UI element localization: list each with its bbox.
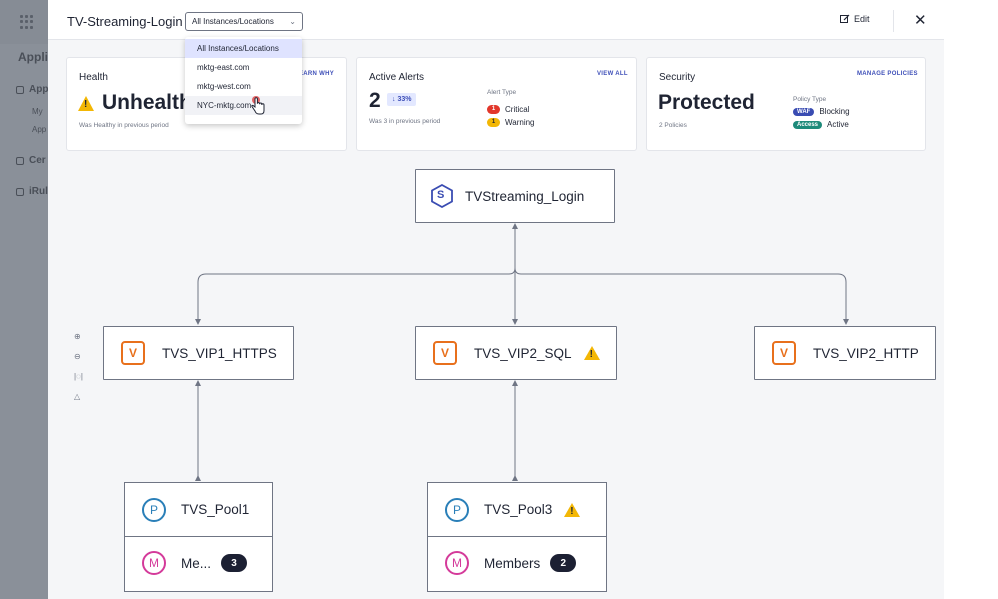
menu-item-nyc-mktg[interactable]: NYC-mktg.com — [185, 96, 302, 115]
pool-row[interactable]: P TVS_Pool3 — [428, 483, 606, 536]
pool-badge-icon: P — [445, 497, 469, 522]
pool-label: TVS_Pool3 — [484, 502, 553, 517]
pool-label: TVS_Pool1 — [181, 502, 250, 517]
background-right-area — [944, 0, 998, 599]
background-topbar — [0, 0, 48, 44]
vip-badge-icon: V — [121, 341, 145, 365]
vip-node-label: TVS_VIP2_HTTP — [813, 345, 919, 361]
application-detail-panel: TV-Streaming-Login All Instances/Locatio… — [48, 0, 944, 599]
vip-node-2[interactable]: V TVS_VIP2_SQL — [415, 326, 617, 380]
zoom-out-icon[interactable]: ⊖ — [74, 352, 83, 361]
vip-badge-icon: V — [433, 341, 457, 365]
menu-item-mktg-west[interactable]: mktg-west.com — [185, 77, 302, 96]
instance-location-menu: All Instances/Locations mktg-east.com mk… — [185, 37, 302, 124]
vip-node-3[interactable]: V TVS_VIP2_HTTP — [754, 326, 936, 380]
background-nav-my[interactable]: My — [32, 107, 43, 116]
background-nav-certificates[interactable]: Cer — [16, 155, 46, 166]
pool-row[interactable]: P TVS_Pool1 — [125, 483, 272, 536]
members-count-badge: 3 — [221, 554, 248, 572]
background-nav-irules[interactable]: iRul — [16, 186, 48, 197]
pool-node-3[interactable]: P TVS_Pool3 M Members 2 — [427, 482, 607, 592]
irule-icon — [16, 187, 24, 196]
menu-item-all-instances[interactable]: All Instances/Locations — [185, 39, 302, 58]
warning-icon — [583, 346, 600, 360]
root-node[interactable]: S TVStreaming_Login — [415, 169, 615, 223]
background-nav-apps[interactable]: App — [16, 84, 48, 95]
hand-cursor-icon — [251, 96, 265, 115]
warning-icon — [564, 502, 581, 517]
vip-node-label: TVS_VIP1_HTTPS — [162, 345, 277, 361]
members-badge-icon: M — [445, 551, 469, 575]
members-row[interactable]: M Me... 3 — [125, 536, 272, 589]
zoom-in-icon[interactable]: ⊕ — [74, 332, 83, 341]
background-page-title: Appli — [18, 50, 48, 64]
diagram-zoom-tools: ⊕ ⊖ |◌| △ — [74, 332, 83, 401]
certificate-icon — [16, 156, 24, 165]
root-node-label: TVStreaming_Login — [465, 188, 585, 204]
app-grid-icon[interactable] — [20, 15, 34, 29]
pool-node-1[interactable]: P TVS_Pool1 M Me... 3 — [124, 482, 273, 592]
members-label: Me... — [181, 555, 212, 571]
members-label: Members — [484, 555, 541, 571]
fit-view-icon[interactable]: |◌| — [74, 372, 83, 381]
background-nav-app[interactable]: App — [32, 125, 46, 134]
vip-node-1[interactable]: V TVS_VIP1_HTTPS — [103, 326, 294, 380]
members-row[interactable]: M Members 2 — [428, 536, 606, 589]
vip-node-label: TVS_VIP2_SQL — [474, 345, 572, 361]
service-badge-icon: S — [431, 183, 453, 209]
apps-icon — [16, 85, 24, 94]
members-badge-icon: M — [142, 551, 166, 575]
pool-badge-icon: P — [142, 497, 166, 522]
menu-item-mktg-east[interactable]: mktg-east.com — [185, 58, 302, 77]
lock-icon[interactable]: △ — [74, 392, 83, 401]
vip-badge-icon: V — [772, 341, 796, 365]
members-count-badge: 2 — [550, 554, 577, 572]
